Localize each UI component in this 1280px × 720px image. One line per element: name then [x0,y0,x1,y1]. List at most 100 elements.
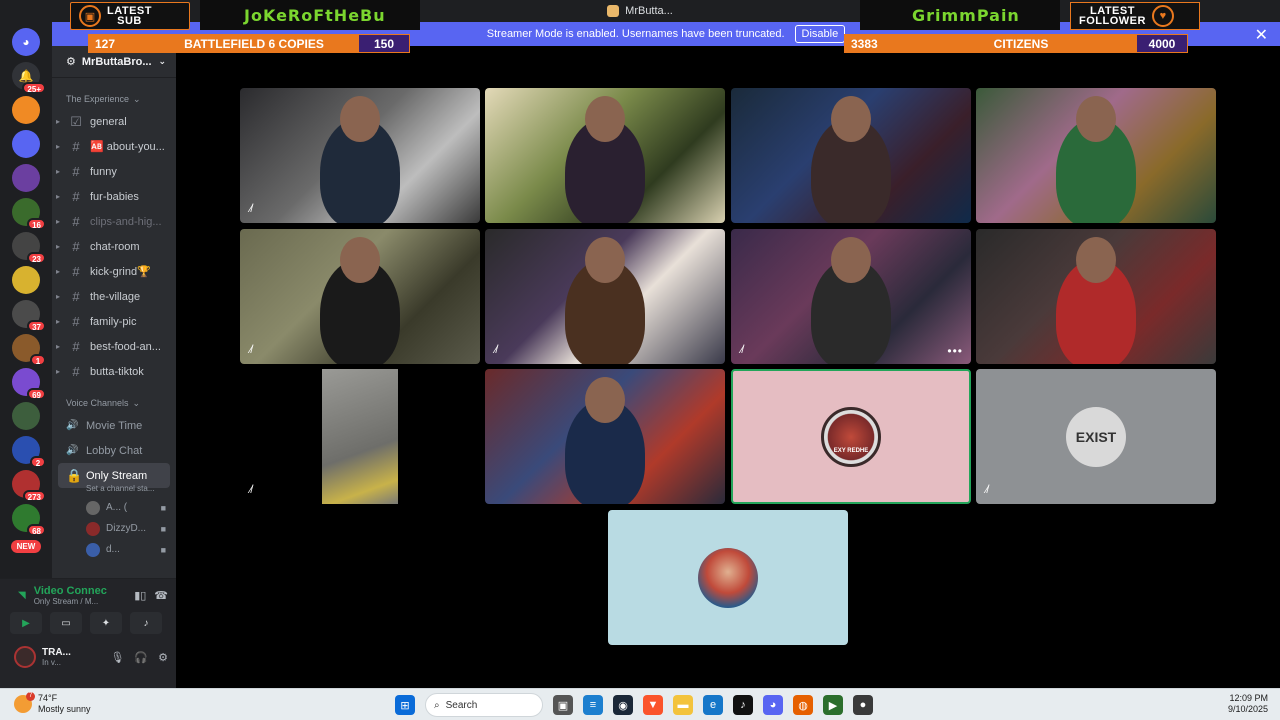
discord-icon[interactable]: ◕ [12,28,40,56]
video-tile[interactable] [731,88,971,223]
activity-button[interactable]: ✦ [90,612,122,634]
voice-user[interactable]: d... ■ [52,539,176,560]
settings-icon[interactable]: ⚙ [158,651,168,664]
text-channel[interactable]: ▸ # the-village [52,284,176,309]
goal-left-target: 150 [359,35,409,52]
server-icon[interactable] [12,402,40,430]
tiktok-icon[interactable]: ♪ [733,695,753,715]
text-channel[interactable]: ▸ ☑ general [52,109,176,134]
windows-taskbar: 7 74°F Mostly sunny ⊞ ⌕ Search ▣ ≡ ◉ ▼ ▬… [0,688,1280,720]
weather-icon: 7 [14,692,35,713]
server-icon[interactable]: 37 [12,300,46,332]
taskbar-search[interactable]: ⌕ Search [425,693,543,717]
obs-icon[interactable]: ● [853,695,873,715]
peach-icon[interactable] [12,96,40,124]
text-channel[interactable]: ▸ # fur-babies [52,184,176,209]
avatar [86,542,100,557]
text-channel[interactable]: ▸ # funny [52,159,176,184]
server-icon[interactable] [12,266,40,294]
folder-icon[interactable] [12,130,40,158]
channel-label: family-pic [90,315,137,328]
weather-widget[interactable]: 7 74°F Mostly sunny [14,692,91,715]
voice-status-sub[interactable]: Only Stream / M... [34,597,107,606]
notepad-icon[interactable]: ≡ [583,695,603,715]
video-tile[interactable] [485,369,725,504]
server-icon[interactable]: 273 [12,470,46,502]
steam-icon[interactable]: ◉ [613,695,633,715]
chevron-down-icon: ⌄ [133,94,141,104]
nvidia-icon[interactable]: ▶ [823,695,843,715]
voice-channel[interactable]: 🔊 Movie Time [52,413,176,438]
video-tile[interactable] [485,88,725,223]
video-tile[interactable] [976,229,1216,364]
windows-start-icon[interactable]: ⊞ [395,695,415,715]
camera-icon: ■ [160,502,166,513]
clock-time: 12:09 PM [1229,693,1268,703]
soundboard-button[interactable]: ♪ [130,612,162,634]
brave-icon[interactable]: ▼ [643,695,663,715]
avatar [86,521,100,536]
voice-category-header[interactable]: Voice Channels ⌄ [52,398,176,409]
voice-user-name: DizzyD... [106,523,146,534]
server-icon[interactable]: 2 [12,436,46,468]
avatar [86,500,100,515]
video-tile[interactable]: ⁄̸ [240,88,480,223]
voice-category-title: Voice Channels [66,398,129,408]
headphones-icon[interactable]: 🎧 [134,651,148,664]
participant-head [1076,237,1116,283]
user-panel[interactable]: TRA... In v... 🎙 🎧 ⚙ [0,640,176,668]
video-tile[interactable]: EXY REDHE [731,369,971,504]
video-tile[interactable]: ⁄̸ [485,229,725,364]
avatar-text: EXY REDHE [833,447,869,454]
disable-streamer-mode-button[interactable]: Disable [794,25,846,43]
more-options-icon[interactable]: ••• [947,344,963,358]
new-badge[interactable]: NEW [10,540,42,553]
rules-icon: ☑ [70,113,82,129]
screen-share-button[interactable]: ▭ [50,612,82,634]
close-icon[interactable]: ✕ [1255,25,1268,45]
text-channel[interactable]: ▸ # family-pic [52,309,176,334]
video-stage: ⁄̸ ⁄̸ ⁄̸ ⁄̸ ••• ⁄̸ EXY REDHE EXIST ⁄̸ [176,46,1280,688]
category-header[interactable]: The Experience ⌄ [52,94,176,105]
server-icon[interactable] [12,164,40,192]
noise-suppression-icon[interactable]: ▮▯ [134,589,146,602]
camera-icon: ■ [160,523,166,534]
system-clock[interactable]: 12:09 PM 9/10/2025 [1228,693,1268,715]
video-tile[interactable]: ⁄̸ [240,369,480,504]
discord-icon[interactable]: ◕ [763,695,783,715]
edge-icon[interactable]: e [703,695,723,715]
participant-head [831,96,871,142]
voice-user[interactable]: A... (■ [52,497,176,518]
firefox-icon[interactable]: ◍ [793,695,813,715]
task-view-icon[interactable]: ▣ [553,695,573,715]
video-tile[interactable]: ⁄̸ ••• [731,229,971,364]
channel-status[interactable]: Set a channel sta... [52,484,176,493]
chevron-right-icon: ▸ [56,242,61,251]
chevron-right-icon: ▸ [56,317,61,326]
video-tile[interactable] [976,88,1216,223]
video-tile[interactable]: EXIST ⁄̸ [976,369,1216,504]
server-icon[interactable]: 16 [12,198,46,230]
server-icon[interactable]: 1 [12,334,46,366]
participant-silhouette [811,96,891,223]
voice-user[interactable]: DizzyD... ■ [52,518,176,539]
text-channel[interactable]: ▸ # best-food-an... [52,334,176,359]
text-channel[interactable]: ▸ # chat-room [52,234,176,259]
video-tile[interactable] [608,510,848,645]
text-channel[interactable]: ▸ # clips-and-hig... [52,209,176,234]
participant-head [585,237,625,283]
text-channel[interactable]: ▸ # 🆎 about-you... [52,134,176,159]
file-explorer-icon[interactable]: ▬ [673,695,693,715]
microphone-icon[interactable]: 🎙 [110,651,124,664]
camera-button[interactable]: ▶ [10,612,42,634]
voice-status[interactable]: Video Connec [34,585,107,597]
server-icon[interactable]: 68 [12,504,46,536]
text-channel[interactable]: ▸ # butta-tiktok [52,359,176,384]
bell-icon[interactable]: 🔔 25+ [12,62,46,94]
voice-channel[interactable]: 🔊 Lobby Chat [52,438,176,463]
disconnect-icon[interactable]: ☎ [154,589,168,602]
server-icon[interactable]: 23 [12,232,46,264]
text-channel[interactable]: ▸ # kick-grind🏆 [52,259,176,284]
video-tile[interactable]: ⁄̸ [240,229,480,364]
server-icon[interactable]: 69 [12,368,46,400]
